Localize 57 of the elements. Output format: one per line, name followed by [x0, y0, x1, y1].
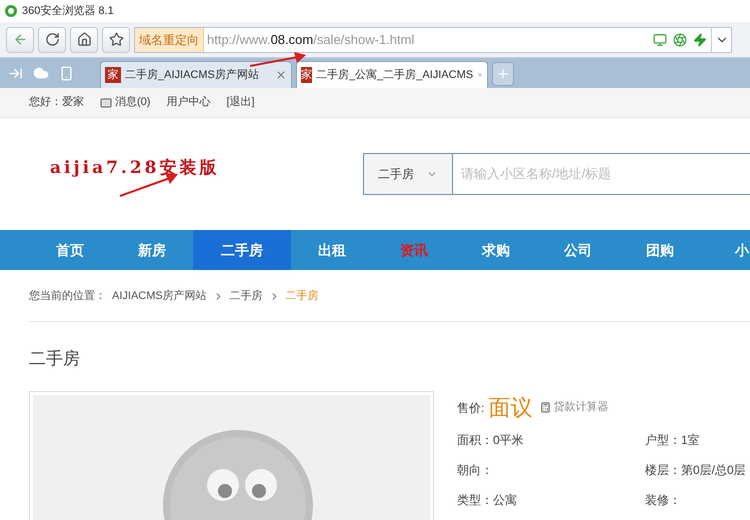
refresh-icon [44, 32, 60, 47]
breadcrumb-label: 您当前的位置： [29, 289, 106, 304]
current-page-text: 二手房 [286, 288, 319, 304]
breadcrumb-link[interactable]: AIJIACMS房产网站 [112, 288, 207, 304]
star-icon [108, 32, 124, 47]
refresh-button[interactable] [38, 26, 66, 52]
category-dropdown[interactable]: 二手房 [363, 153, 453, 195]
search-field[interactable]: 请输入小区名称/地址/标题 [453, 153, 750, 195]
close-icon[interactable] [275, 69, 287, 81]
annotation-arrow [248, 52, 308, 68]
favorites-button[interactable] [102, 26, 130, 52]
detail-text: 朝向： [457, 462, 494, 478]
new-tab-button[interactable] [492, 62, 514, 86]
browser-tab[interactable]: 家 二手房_公寓_二手房_AIJIACMS [296, 61, 488, 88]
cloud-icon[interactable] [33, 65, 49, 81]
loan-calculator-link[interactable]: 贷款计算器 [540, 399, 608, 416]
detail-text: 户型：1室 [645, 432, 700, 448]
nav-item[interactable]: 二手房 [193, 230, 291, 270]
nav-item[interactable]: 公司 [537, 230, 619, 270]
logout-link[interactable]: [退出] [226, 94, 255, 111]
tab-title: 二手房_AIJIACMS房产网站 [125, 68, 260, 83]
nav-item[interactable]: 出租 [291, 230, 373, 270]
user-center-link[interactable]: 用户中心 [166, 94, 210, 111]
sidebar-toggle-icon[interactable] [8, 66, 23, 80]
detail-text: 面积：0平米 [457, 432, 525, 448]
home-icon [76, 32, 92, 47]
price-label: 售价: [457, 400, 484, 416]
calculator-icon [540, 402, 552, 413]
window-title: 360安全浏览器 8.1 [22, 4, 114, 19]
messages-link[interactable]: 消息(0) [100, 94, 150, 111]
redirect-badge: 域名重定向 [135, 28, 204, 52]
home-button[interactable] [70, 26, 98, 52]
tab-favicon: 家 [105, 67, 121, 83]
page-title: 二手房 [28, 348, 81, 370]
nav-item[interactable]: 团购 [619, 230, 701, 270]
price-value: 面议 [488, 394, 532, 422]
nav-item[interactable]: 求购 [455, 230, 537, 270]
greeting-text: 您好：爱家 [29, 94, 84, 110]
detail-text: 类型：公寓 [457, 492, 518, 508]
phone-icon[interactable] [59, 66, 74, 80]
breadcrumb-link[interactable]: 二手房 [230, 288, 263, 304]
lightning-icon[interactable] [693, 32, 707, 46]
shutter-icon[interactable] [673, 32, 687, 46]
plus-icon [496, 67, 510, 81]
address-bar[interactable]: 域名重定向 http://www.08.com/sale/show-1.html [134, 26, 732, 52]
browser-logo-icon [4, 4, 18, 18]
browser-tab[interactable]: 家 二手房_AIJIACMS房产网站 [100, 61, 292, 88]
nav-item[interactable]: 首页 [29, 230, 111, 270]
tab-favicon: 家 [301, 67, 312, 83]
site-logo: aijia7.28安装版 [50, 157, 221, 180]
detail-text: 装修： [645, 492, 681, 508]
nav-item[interactable]: 小 [701, 230, 750, 270]
url-text: http://www.08.com/sale/show-1.html [207, 30, 414, 49]
nav-item[interactable]: 新房 [111, 230, 193, 270]
detail-text: 楼层：第0层/总0层 [645, 462, 746, 478]
tab-title: 二手房_公寓_二手房_AIJIACMS [316, 68, 474, 83]
monitor-icon[interactable] [653, 32, 667, 46]
